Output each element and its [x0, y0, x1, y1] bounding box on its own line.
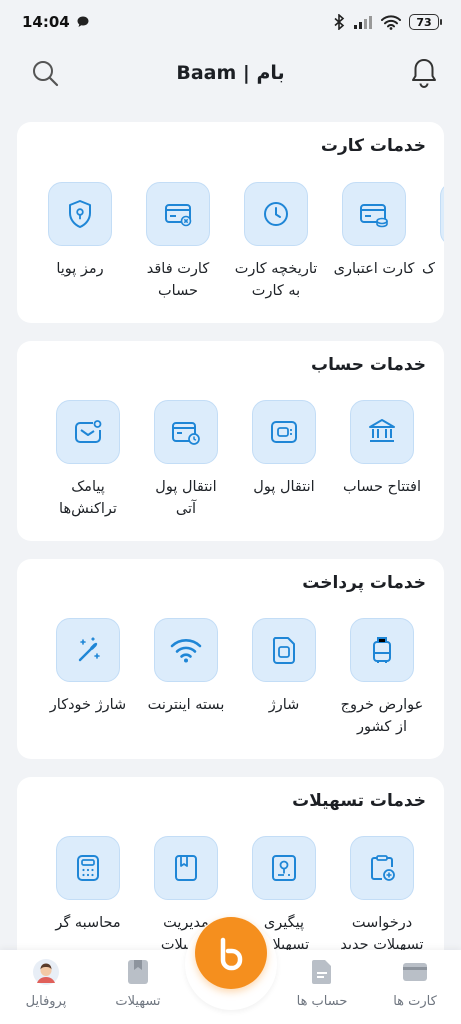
- section-title: خدمات تسهیلات: [292, 791, 426, 811]
- service-partial-prev[interactable]: [17, 400, 35, 464]
- home-fab-button[interactable]: [195, 917, 267, 989]
- nav-cards[interactable]: کارت ها: [369, 958, 461, 1009]
- credit-card-coins-icon: [360, 204, 388, 228]
- service-label: انتقال پول آتی: [155, 479, 217, 517]
- message-notification-icon: [75, 420, 102, 443]
- service-new-facility[interactable]: درخواست تسهیلات جدید: [332, 836, 432, 956]
- service-internet-package[interactable]: بسته اینترنت: [136, 618, 236, 716]
- service-label: انتقال پول: [253, 479, 315, 495]
- service-label: شارژ خودکار: [49, 697, 127, 713]
- service-exit-toll[interactable]: عوارض خروج از کشور: [332, 618, 432, 738]
- bluetooth-icon: [334, 14, 345, 30]
- nav-label: حساب ها: [296, 994, 348, 1009]
- status-left: 14:04: [22, 13, 90, 31]
- card-x-icon: [165, 204, 192, 227]
- status-right: 73: [333, 14, 442, 30]
- service-label: پیامک تراکنش‌ها: [59, 479, 117, 517]
- shield-key-icon: [69, 200, 91, 228]
- magic-wand-icon: [78, 637, 100, 662]
- section-title: خدمات حساب: [311, 355, 426, 375]
- service-partial-prev[interactable]: [17, 836, 35, 900]
- nav-label: کارت ها: [393, 994, 437, 1009]
- page-title: بام | Baam: [176, 62, 285, 84]
- calculator-icon: [77, 855, 99, 881]
- service-label: محاسبه گر: [55, 915, 121, 931]
- document-icon: [312, 960, 331, 984]
- avatar-icon: [33, 959, 59, 985]
- card-icon: [403, 963, 427, 981]
- service-label: کارت فاقد حساب: [146, 261, 210, 299]
- section-title: خدمات کارت: [320, 136, 426, 156]
- wallet-icon: [271, 421, 297, 443]
- service-partial-next[interactable]: ک: [422, 182, 444, 280]
- wallet-clock-icon: [172, 422, 200, 445]
- service-card-no-account[interactable]: کارت فاقد حساب: [128, 182, 228, 302]
- service-calculator[interactable]: محاسبه گر: [38, 836, 138, 934]
- payment-services-section: خدمات پرداخت عوارض خروج از کشور شارژ بست…: [17, 559, 444, 759]
- service-label: بسته اینترنت: [147, 697, 225, 713]
- app-header: بام | Baam: [0, 50, 461, 96]
- book-icon: [175, 855, 197, 881]
- status-time: 14:04: [22, 13, 70, 31]
- service-transaction-sms[interactable]: پیامک تراکنش‌ها: [38, 400, 138, 520]
- service-auto-charge[interactable]: شارژ خودکار: [38, 618, 138, 716]
- luggage-icon: [373, 637, 391, 663]
- service-label: رمز پویا: [56, 261, 104, 277]
- service-label: کارت اعتباری: [333, 261, 415, 277]
- document-search-icon: [272, 855, 296, 881]
- battery-indicator: 73: [409, 14, 442, 30]
- service-credit-card[interactable]: کارت اعتباری: [324, 182, 424, 280]
- clock-icon: [264, 202, 288, 226]
- service-money-transfer[interactable]: انتقال پول: [234, 400, 334, 498]
- chat-notification-icon: [77, 16, 89, 27]
- nav-label: پروفایل: [25, 994, 67, 1009]
- signal-icon: [354, 16, 372, 29]
- service-label: شارژ: [268, 697, 300, 713]
- baam-logo-icon: [220, 937, 243, 971]
- card-services-section: خدمات کارت ک کارت اعتباری تاریخچه کارت ب…: [17, 122, 444, 323]
- search-icon[interactable]: [30, 58, 60, 88]
- account-services-section: خدمات حساب افتتاح حساب انتقال پول انتقال…: [17, 341, 444, 541]
- wifi-icon: [170, 639, 202, 663]
- bank-icon: [369, 419, 395, 442]
- service-label: عوارض خروج از کشور: [340, 697, 424, 735]
- service-label: تاریخچه کارت به کارت: [234, 261, 318, 299]
- nav-profile[interactable]: پروفایل: [0, 958, 92, 1009]
- status-bar: 14:04 73: [0, 0, 461, 44]
- service-future-transfer[interactable]: انتقال پول آتی: [136, 400, 236, 520]
- nav-facilities[interactable]: تسهیلات: [92, 958, 184, 1009]
- wifi-status-icon: [381, 14, 401, 30]
- service-dynamic-password[interactable]: رمز پویا: [30, 182, 130, 280]
- nav-accounts[interactable]: حساب ها: [276, 958, 368, 1009]
- section-title: خدمات پرداخت: [302, 573, 426, 593]
- service-partial-prev[interactable]: [17, 618, 35, 682]
- sim-card-icon: [272, 637, 295, 664]
- service-open-account[interactable]: افتتاح حساب: [332, 400, 432, 498]
- service-label: افتتاح حساب: [342, 479, 422, 495]
- nav-label: تسهیلات: [115, 994, 161, 1009]
- bookmark-icon: [128, 960, 148, 984]
- clipboard-add-icon: [371, 855, 395, 881]
- service-charge[interactable]: شارژ: [234, 618, 334, 716]
- service-card-history[interactable]: تاریخچه کارت به کارت: [226, 182, 326, 302]
- bell-icon[interactable]: [409, 56, 439, 90]
